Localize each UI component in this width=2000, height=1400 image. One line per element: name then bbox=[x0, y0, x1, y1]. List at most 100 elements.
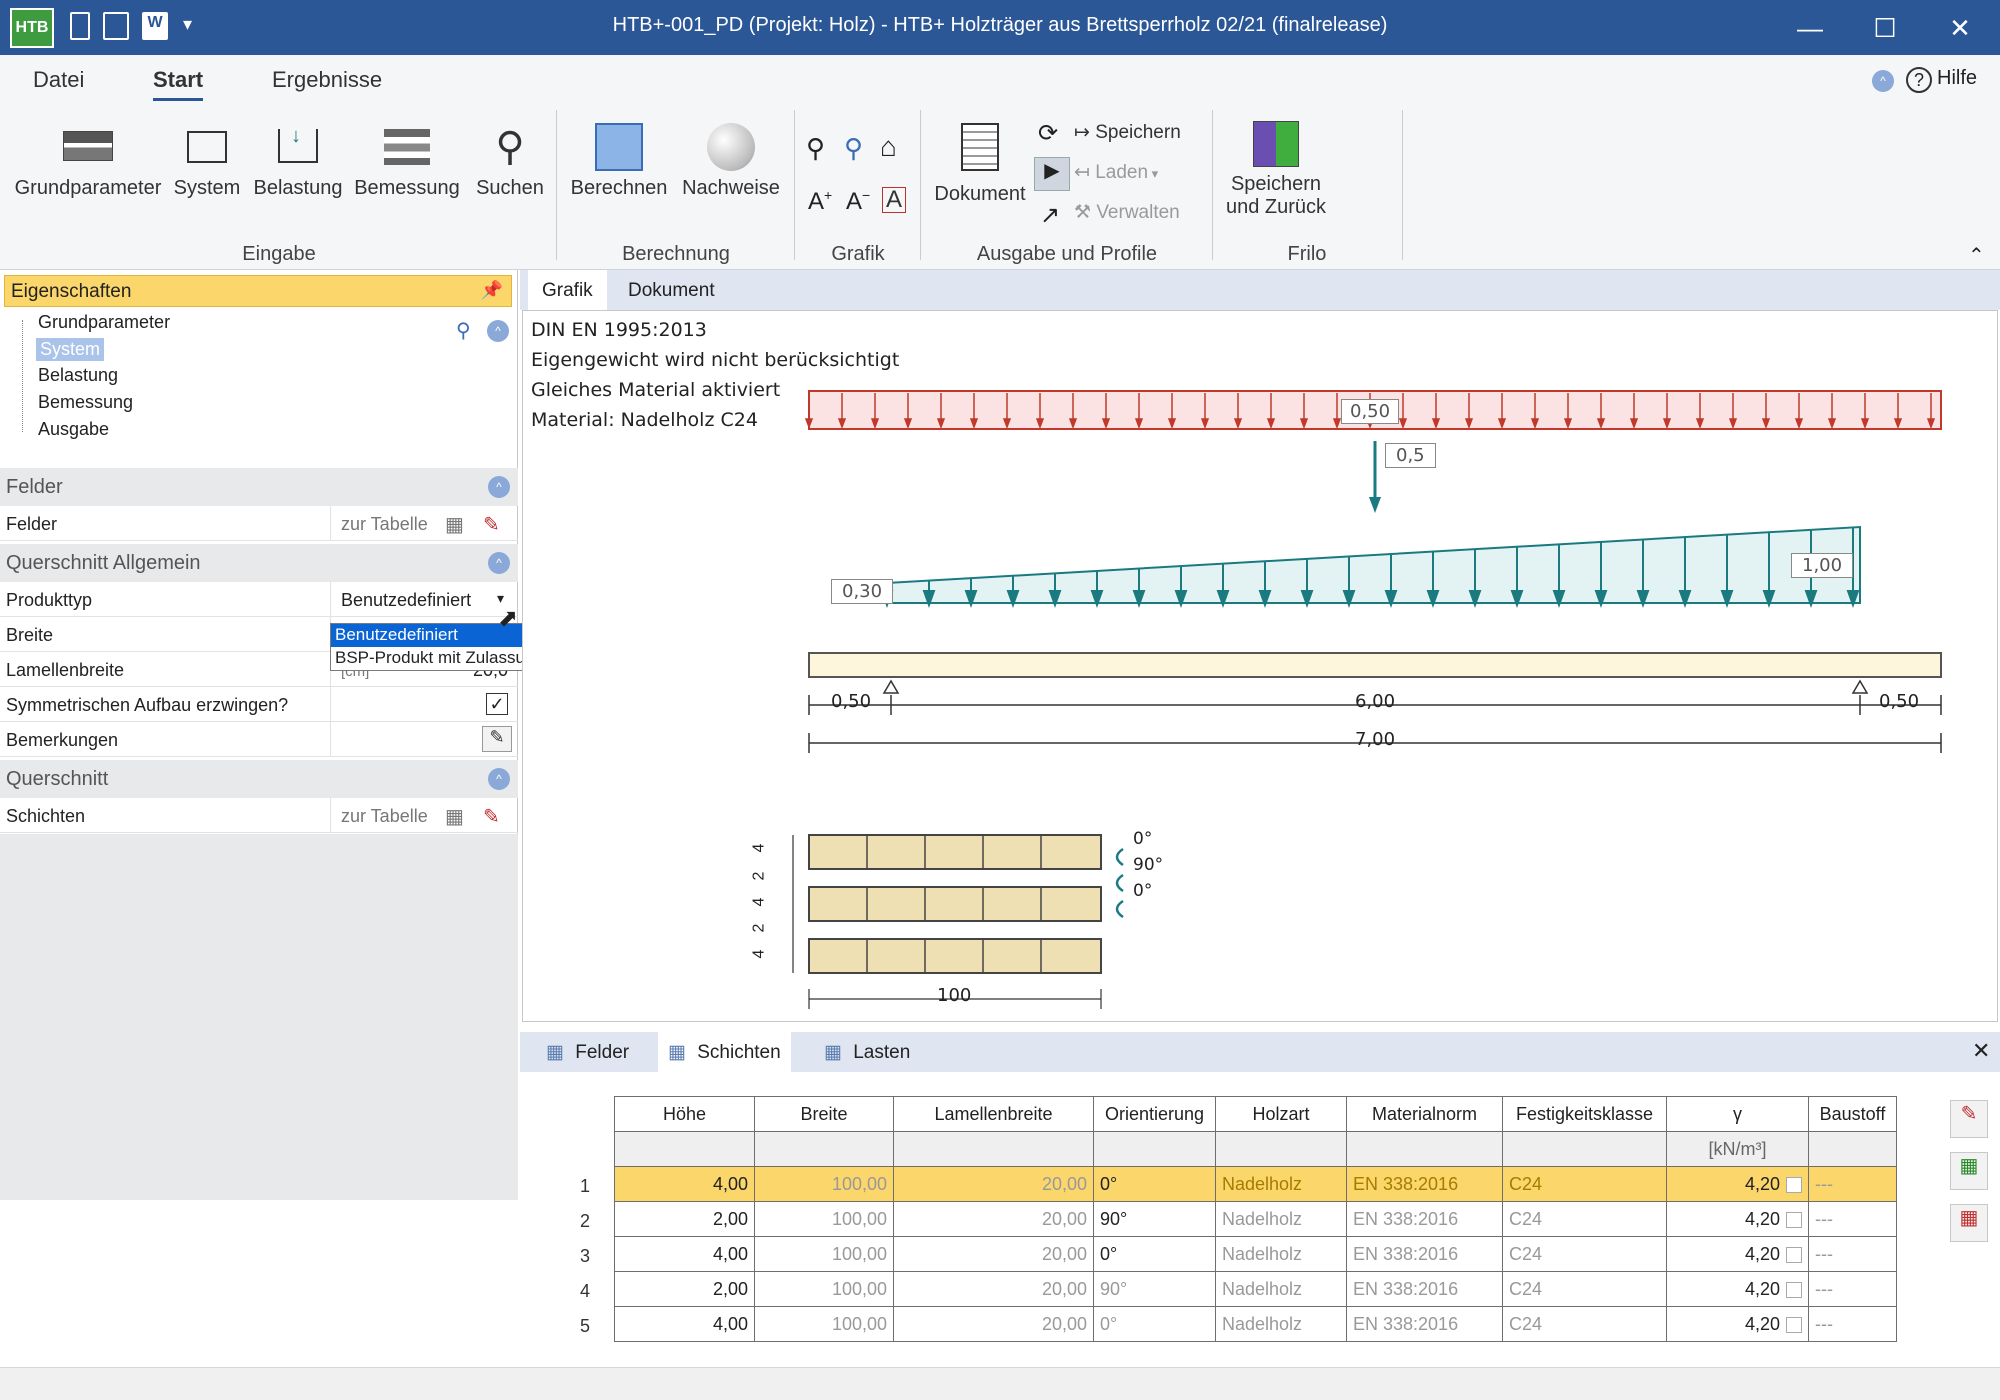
ribbon-minimize-icon[interactable]: ⌃ bbox=[1968, 243, 1985, 268]
pin-icon[interactable]: 📌 bbox=[481, 280, 503, 301]
table-cell-holz[interactable]: Nadelholz bbox=[1215, 1236, 1347, 1272]
gamma-checkbox[interactable] bbox=[1786, 1246, 1802, 1263]
table-cell-breite[interactable]: 100,00 bbox=[754, 1201, 894, 1237]
table-cell-orient[interactable]: 90° bbox=[1093, 1201, 1216, 1237]
speichern-button[interactable]: ↦ Speichern bbox=[1074, 121, 1181, 144]
table-cell-holz[interactable]: Nadelholz bbox=[1215, 1271, 1347, 1307]
table-cell-hoehe[interactable]: 4,00 bbox=[614, 1166, 755, 1202]
section-querschnitt[interactable]: Querschnitt ^ bbox=[0, 760, 518, 798]
table-cell-orient[interactable]: 90° bbox=[1093, 1271, 1216, 1307]
table-row[interactable]: 4,00 100,00 20,00 0° Nadelholz EN 338:2016 C24… bbox=[614, 1236, 1897, 1272]
table-cell-orient[interactable]: 0° bbox=[1093, 1306, 1216, 1342]
tab-dokument[interactable]: Dokument bbox=[614, 270, 729, 310]
tab-start[interactable]: Start bbox=[153, 67, 204, 101]
table-cell-norm[interactable]: EN 338:2016 bbox=[1346, 1271, 1503, 1307]
graphic-canvas[interactable]: DIN EN 1995:2013 Eigengewicht wird nicht… bbox=[522, 310, 1998, 1022]
table-cell-hoehe[interactable]: 2,00 bbox=[614, 1201, 755, 1237]
table-cell-klasse[interactable]: C24 bbox=[1502, 1271, 1667, 1307]
system-button[interactable]: System bbox=[172, 123, 242, 200]
table-cell-klasse[interactable]: C24 bbox=[1502, 1306, 1667, 1342]
tree-item-ausgabe[interactable]: Ausgabe bbox=[38, 419, 109, 440]
gamma-checkbox[interactable] bbox=[1786, 1176, 1802, 1193]
tab-schichten[interactable]: ▦ Schichten bbox=[658, 1032, 791, 1072]
table-cell-klasse[interactable]: C24 bbox=[1502, 1166, 1667, 1202]
table-cell-norm[interactable]: EN 338:2016 bbox=[1346, 1306, 1503, 1342]
refresh-icon[interactable]: ⟳ bbox=[1038, 119, 1058, 148]
table-row[interactable]: 2,00 100,00 20,00 90° Nadelholz EN 338:2016 C2… bbox=[614, 1201, 1897, 1237]
collapse-icon[interactable]: ^ bbox=[488, 768, 510, 790]
laden-button[interactable]: ↤ Laden ▾ bbox=[1074, 161, 1158, 184]
font-smaller-icon[interactable]: A− bbox=[846, 187, 870, 216]
table-cell-klasse[interactable]: C24 bbox=[1502, 1236, 1667, 1272]
zoom-icon[interactable]: ⚲ bbox=[806, 133, 825, 164]
table-cell-breite[interactable]: 100,00 bbox=[754, 1166, 894, 1202]
collapse-ribbon-icon[interactable]: ^ bbox=[1872, 70, 1894, 92]
table-cell-norm[interactable]: EN 338:2016 bbox=[1346, 1236, 1503, 1272]
collapse-icon[interactable]: ^ bbox=[488, 552, 510, 574]
dokument-button[interactable]: Dokument bbox=[930, 123, 1030, 206]
maximize-button[interactable]: ☐ bbox=[1855, 8, 1915, 48]
grundparameter-button[interactable]: Grundparameter bbox=[8, 123, 168, 200]
table-cell-norm[interactable]: EN 338:2016 bbox=[1346, 1166, 1503, 1202]
schichten-table-link[interactable]: zur Tabelle ▦ ✎ bbox=[330, 798, 518, 833]
load-profile-icon[interactable]: ▶ bbox=[1034, 157, 1070, 191]
table-cell-holz[interactable]: Nadelholz bbox=[1215, 1201, 1347, 1237]
table-row[interactable]: 4,00 100,00 20,00 0° Nadelholz EN 338:2016 C24… bbox=[614, 1306, 1897, 1342]
collapse-icon[interactable]: ^ bbox=[487, 320, 509, 342]
table-cell-baustoff[interactable]: --- bbox=[1808, 1166, 1897, 1202]
table-cell-gamma[interactable]: 4,20 bbox=[1666, 1306, 1809, 1342]
table-cell-gamma[interactable]: 4,20 bbox=[1666, 1166, 1809, 1202]
search-icon[interactable]: ⚲ bbox=[456, 318, 471, 343]
help-label[interactable]: Hilfe bbox=[1937, 67, 1977, 90]
table-cell-lamelle[interactable]: 20,00 bbox=[893, 1201, 1094, 1237]
table-cell-baustoff[interactable]: --- bbox=[1808, 1201, 1897, 1237]
table-icon[interactable]: ▦ bbox=[445, 804, 464, 829]
tab-lasten[interactable]: ▦ Lasten bbox=[814, 1032, 920, 1072]
table-cell-orient[interactable]: 0° bbox=[1093, 1236, 1216, 1272]
tab-grafik[interactable]: Grafik bbox=[528, 270, 607, 310]
produkttyp-select[interactable]: Benutzedefiniert ▾ bbox=[330, 582, 518, 617]
section-querschnitt-allgemein[interactable]: Querschnitt Allgemein ^ bbox=[0, 544, 518, 582]
edit-table-button[interactable]: ✎ bbox=[1950, 1100, 1988, 1138]
belastung-button[interactable]: ↓ Belastung bbox=[248, 123, 348, 200]
table-cell-hoehe[interactable]: 2,00 bbox=[614, 1271, 755, 1307]
table-row[interactable]: 2,00 100,00 20,00 90° Nadelholz EN 338:2016 C2… bbox=[614, 1271, 1897, 1307]
close-icon[interactable]: ✕ bbox=[1972, 1038, 1990, 1064]
verwalten-button[interactable]: ⚒ Verwalten bbox=[1074, 201, 1180, 224]
table-cell-orient[interactable]: 0° bbox=[1093, 1166, 1216, 1202]
tree-item-belastung[interactable]: Belastung bbox=[38, 365, 118, 386]
table-cell-lamelle[interactable]: 20,00 bbox=[893, 1236, 1094, 1272]
table-icon[interactable]: ▦ bbox=[445, 512, 464, 537]
tab-felder[interactable]: ▦ Felder bbox=[536, 1032, 639, 1072]
table-cell-norm[interactable]: EN 338:2016 bbox=[1346, 1201, 1503, 1237]
export-icon[interactable]: ↗ bbox=[1040, 201, 1060, 230]
table-cell-breite[interactable]: 100,00 bbox=[754, 1236, 894, 1272]
tab-datei[interactable]: Datei bbox=[33, 67, 84, 93]
edit-table-icon[interactable]: ✎ bbox=[483, 512, 500, 537]
gamma-checkbox[interactable] bbox=[1786, 1316, 1802, 1333]
tree-item-system[interactable]: System bbox=[36, 338, 105, 361]
delete-row-button[interactable]: ▦ bbox=[1950, 1204, 1988, 1242]
symmetrisch-checkbox[interactable]: ✓ bbox=[486, 693, 508, 715]
berechnen-button[interactable]: Berechnen bbox=[566, 123, 672, 200]
gamma-checkbox[interactable] bbox=[1786, 1211, 1802, 1228]
close-button[interactable]: ✕ bbox=[1930, 8, 1990, 48]
help-icon[interactable]: ? bbox=[1906, 67, 1932, 93]
table-cell-baustoff[interactable]: --- bbox=[1808, 1271, 1897, 1307]
table-cell-breite[interactable]: 100,00 bbox=[754, 1306, 894, 1342]
insert-row-button[interactable]: ▦ bbox=[1950, 1152, 1988, 1190]
table-cell-klasse[interactable]: C24 bbox=[1502, 1201, 1667, 1237]
table-cell-baustoff[interactable]: --- bbox=[1808, 1236, 1897, 1272]
font-color-icon[interactable]: A bbox=[882, 187, 907, 213]
tab-ergebnisse[interactable]: Ergebnisse bbox=[272, 67, 382, 93]
minimize-button[interactable]: — bbox=[1780, 8, 1840, 48]
table-cell-holz[interactable]: Nadelholz bbox=[1215, 1166, 1347, 1202]
section-felder[interactable]: Felder ^ bbox=[0, 468, 518, 506]
table-row[interactable]: 4,00 100,00 20,00 0° Nadelholz EN 338:2016 C24… bbox=[614, 1166, 1897, 1202]
felder-table-link[interactable]: zur Tabelle ▦ ✎ bbox=[330, 506, 518, 541]
collapse-icon[interactable]: ^ bbox=[488, 476, 510, 498]
table-cell-holz[interactable]: Nadelholz bbox=[1215, 1306, 1347, 1342]
font-larger-icon[interactable]: A+ bbox=[808, 187, 832, 216]
tree-item-bemessung[interactable]: Bemessung bbox=[38, 392, 133, 413]
table-cell-lamelle[interactable]: 20,00 bbox=[893, 1306, 1094, 1342]
